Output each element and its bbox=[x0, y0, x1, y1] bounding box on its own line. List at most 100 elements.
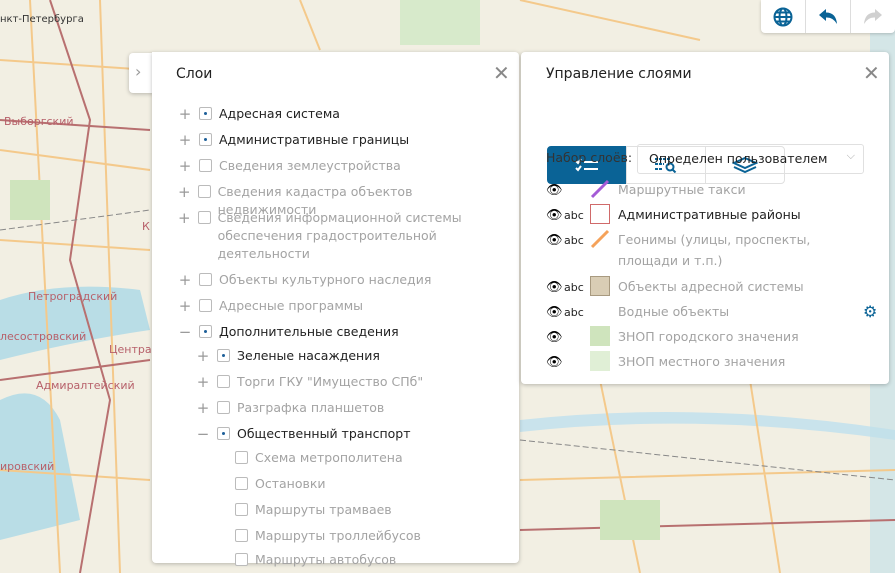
layer-tree-item: Маршруты автобусов bbox=[214, 551, 482, 569]
layer-checkbox[interactable] bbox=[235, 451, 248, 464]
undo-button[interactable] bbox=[806, 0, 851, 33]
city-label: нкт-Петербурга bbox=[0, 14, 84, 25]
layer-label[interactable]: Сведения информационной системы обеспече… bbox=[218, 209, 482, 263]
layer-name[interactable]: Административные районы bbox=[618, 204, 868, 225]
layer-checkbox[interactable] bbox=[217, 375, 230, 388]
layer-label[interactable]: Разграфка планшетов bbox=[237, 399, 384, 417]
redo-button[interactable] bbox=[851, 0, 895, 33]
eye-icon[interactable]: 👁 bbox=[546, 352, 564, 373]
layer-legend-row: 👁 abc Объекты адресной системы bbox=[546, 276, 886, 298]
layer-tree-item: Схема метрополитена bbox=[214, 449, 482, 467]
eye-icon[interactable]: 👁 bbox=[546, 327, 564, 348]
district-label: К bbox=[142, 220, 150, 233]
layer-label[interactable]: Маршруты троллейбусов bbox=[255, 527, 421, 545]
globe-button[interactable] bbox=[761, 0, 806, 33]
close-icon[interactable]: ✕ bbox=[493, 63, 510, 83]
layer-checkbox[interactable] bbox=[199, 133, 212, 146]
layer-legend-row: 👁 abc Геонимы (улицы, проспекты, площади и… bbox=[546, 229, 886, 271]
outline-symbol-icon bbox=[590, 204, 610, 224]
layer-management-panel: Управление слоями ✕ Набор слоёв: Определ… bbox=[521, 52, 889, 384]
layer-legend-row: 👁 ЗНОП городского значения bbox=[546, 326, 886, 348]
collapse-icon[interactable]: − bbox=[178, 323, 192, 341]
layer-tree-item: + Объекты культурного наследия bbox=[178, 271, 482, 289]
layer-label[interactable]: Зеленые насаждения bbox=[237, 347, 380, 365]
layer-label[interactable]: Схема метрополитена bbox=[255, 449, 403, 467]
eye-icon[interactable]: 👁 bbox=[546, 205, 564, 226]
layer-checkbox[interactable] bbox=[217, 401, 230, 414]
layer-checkbox[interactable] bbox=[197, 211, 211, 224]
label-toggle[interactable]: abc bbox=[564, 230, 590, 251]
layer-label[interactable]: Дополнительные сведения bbox=[219, 323, 399, 341]
collapse-panel-button[interactable]: › bbox=[129, 53, 153, 93]
eye-icon[interactable]: 👁 bbox=[546, 230, 564, 251]
expand-icon[interactable]: + bbox=[178, 271, 192, 289]
district-label: Петроградский bbox=[28, 290, 118, 303]
layer-checkbox[interactable] bbox=[199, 299, 212, 312]
layer-checkbox[interactable] bbox=[199, 107, 212, 120]
collapse-icon[interactable]: − bbox=[196, 425, 210, 443]
layer-tree-item: + Разграфка планшетов bbox=[196, 399, 482, 417]
district-label: Адмиралтейский bbox=[36, 379, 135, 392]
close-icon[interactable]: ✕ bbox=[863, 63, 880, 83]
eye-icon[interactable]: 👁 bbox=[546, 180, 564, 201]
expand-icon[interactable]: + bbox=[196, 399, 210, 417]
layer-tree-item: − Дополнительные сведения bbox=[178, 323, 482, 341]
layer-checkbox[interactable] bbox=[199, 159, 212, 172]
layer-set-value: Определен пользователем bbox=[649, 151, 828, 166]
layer-name[interactable]: ЗНОП городского значения bbox=[618, 326, 868, 347]
label-toggle[interactable]: abc bbox=[564, 277, 590, 298]
expand-icon[interactable]: + bbox=[178, 183, 191, 201]
layer-label[interactable]: Сведения землеустройства bbox=[219, 157, 401, 175]
layer-label[interactable]: Объекты культурного наследия bbox=[219, 271, 431, 289]
layer-name[interactable]: Объекты адресной системы bbox=[618, 276, 868, 297]
layer-label[interactable]: Торги ГКУ "Имущество СПб" bbox=[237, 373, 423, 391]
layer-legend-row: 👁 abc Водные объекты bbox=[546, 301, 886, 323]
layer-legend-row: 👁 abc Административные районы bbox=[546, 204, 886, 226]
expand-icon[interactable]: + bbox=[178, 131, 192, 149]
layer-checkbox[interactable] bbox=[217, 349, 230, 362]
layer-checkbox[interactable] bbox=[197, 185, 211, 198]
eye-icon[interactable]: 👁 bbox=[546, 277, 564, 298]
eye-icon[interactable]: 👁 bbox=[546, 302, 564, 323]
layer-set-select[interactable]: Определен пользователем ⌵ bbox=[637, 144, 864, 174]
layers-panel: Слои ✕ + Адресная система + Административны… bbox=[152, 52, 519, 567]
layer-tree-item: + Торги ГКУ "Имущество СПб" bbox=[196, 373, 482, 391]
layer-legend-row: 👁 ЗНОП местного значения bbox=[546, 351, 886, 373]
layer-tree-item: Маршруты трамваев bbox=[214, 501, 482, 519]
expand-icon[interactable]: + bbox=[178, 297, 192, 315]
layer-name[interactable]: ЗНОП местного значения bbox=[618, 351, 868, 372]
layer-tree-item: Маршруты троллейбусов bbox=[214, 527, 482, 545]
layer-checkbox[interactable] bbox=[235, 503, 248, 516]
layer-label[interactable]: Административные границы bbox=[219, 131, 409, 149]
layer-label[interactable]: Маршруты трамваев bbox=[255, 501, 392, 519]
layer-checkbox[interactable] bbox=[235, 477, 248, 490]
gear-icon[interactable]: ⚙ bbox=[863, 302, 877, 321]
expand-icon[interactable]: + bbox=[178, 157, 192, 175]
label-toggle[interactable]: abc bbox=[564, 205, 590, 226]
layer-checkbox[interactable] bbox=[235, 553, 248, 566]
expand-icon[interactable]: + bbox=[178, 209, 191, 227]
layer-tree-item: + Административные границы bbox=[178, 131, 482, 149]
chevron-right-icon: › bbox=[135, 62, 142, 81]
district-label: Выборгский bbox=[4, 115, 74, 128]
layer-label[interactable]: Адресные программы bbox=[219, 297, 363, 315]
map-toolbar bbox=[761, 0, 895, 33]
label-toggle[interactable]: abc bbox=[564, 302, 590, 323]
layer-tree-item: − Общественный транспорт bbox=[196, 425, 482, 443]
layer-checkbox[interactable] bbox=[199, 325, 212, 338]
expand-icon[interactable]: + bbox=[196, 373, 210, 391]
undo-icon bbox=[819, 8, 837, 24]
layer-name[interactable]: Маршрутные такси bbox=[618, 179, 868, 200]
layer-name[interactable]: Геонимы (улицы, проспекты, площади и т.п… bbox=[618, 229, 868, 271]
layer-label[interactable]: Общественный транспорт bbox=[237, 425, 411, 443]
layer-checkbox[interactable] bbox=[217, 427, 230, 440]
layer-name[interactable]: Водные объекты bbox=[618, 301, 868, 322]
layer-label[interactable]: Маршруты автобусов bbox=[255, 551, 396, 569]
layer-label[interactable]: Адресная система bbox=[219, 105, 340, 123]
layer-checkbox[interactable] bbox=[199, 273, 212, 286]
layer-checkbox[interactable] bbox=[235, 529, 248, 542]
layer-label[interactable]: Остановки bbox=[255, 475, 326, 493]
expand-icon[interactable]: + bbox=[196, 347, 210, 365]
expand-icon[interactable]: + bbox=[178, 105, 192, 123]
fill-symbol-icon bbox=[590, 326, 610, 346]
